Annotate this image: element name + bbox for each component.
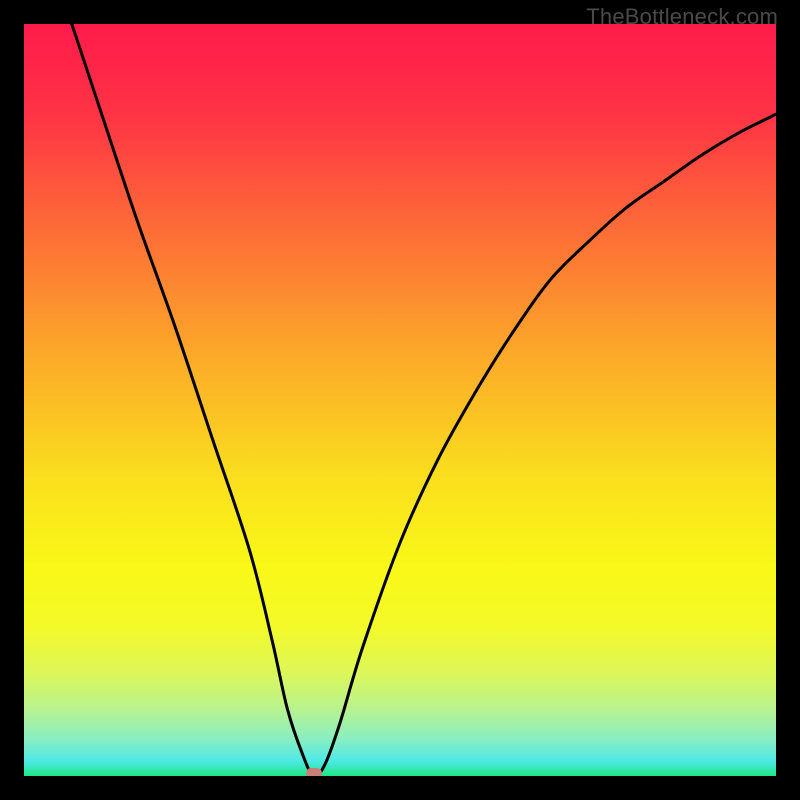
watermark-text: TheBottleneck.com	[586, 4, 778, 30]
plot-area	[24, 24, 776, 776]
bottleneck-curve	[24, 24, 776, 776]
chart-container: TheBottleneck.com	[0, 0, 800, 800]
optimal-point-marker	[306, 768, 322, 776]
